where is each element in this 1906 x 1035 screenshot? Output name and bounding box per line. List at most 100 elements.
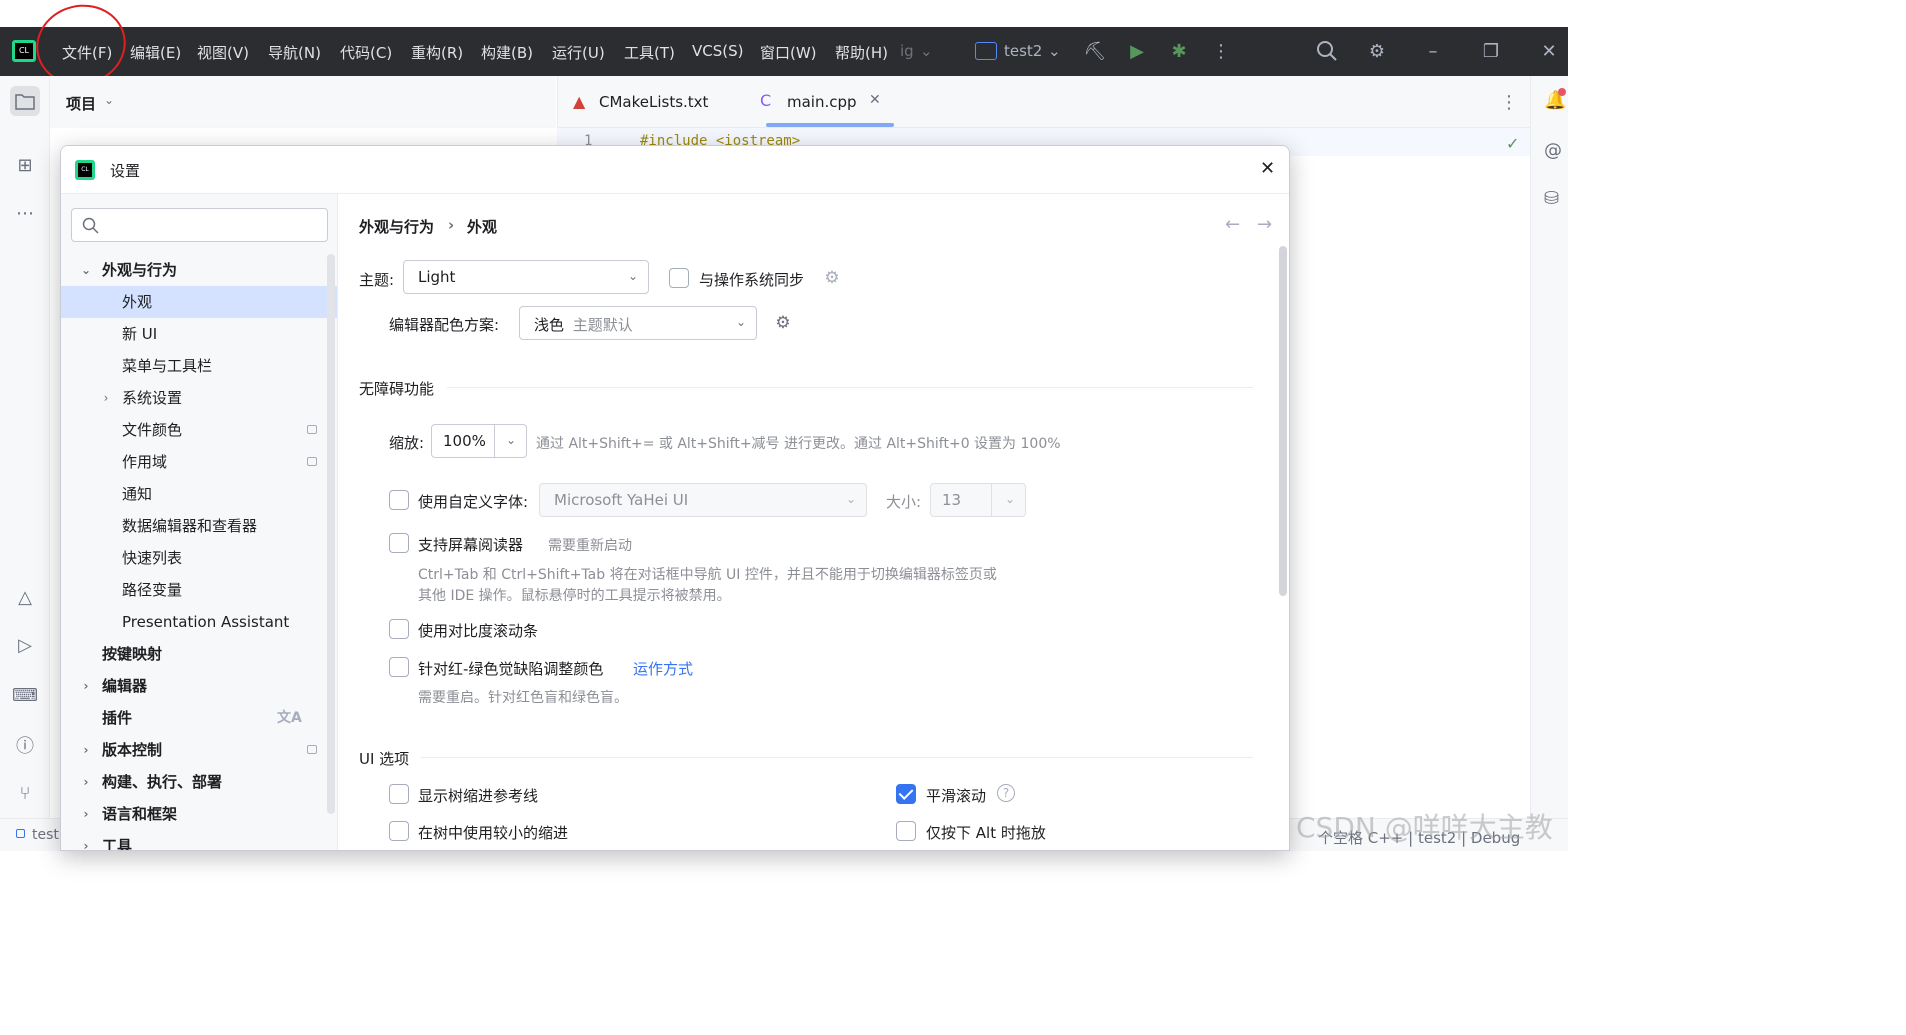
run-icon[interactable]: ▶ [1124, 38, 1150, 64]
more-horizontal-icon[interactable]: ⋯ [10, 198, 40, 228]
tree-item-notifications[interactable]: 通知 [61, 478, 337, 510]
more-vertical-icon[interactable]: ⋮ [1500, 92, 1518, 113]
menu-vcs[interactable]: VCS(S) [692, 42, 743, 60]
tree-item-quick-lists[interactable]: 快速列表 [61, 542, 337, 574]
zoom-separator [494, 425, 495, 457]
build-hammer-icon[interactable]: ⛏ [1082, 38, 1108, 64]
tree-item-new-ui[interactable]: 新 UI [61, 318, 337, 350]
sync-os-checkbox[interactable] [669, 268, 689, 288]
tree-item-appearance[interactable]: 外观 [61, 286, 337, 318]
gear-icon[interactable]: ⚙ [1364, 38, 1390, 64]
tree-item-data-editors[interactable]: 数据编辑器和查看器 [61, 510, 337, 542]
chevron-down-icon[interactable]: ⌄ [79, 254, 93, 286]
tree-guides-checkbox[interactable] [389, 784, 409, 804]
gear-icon[interactable]: ⚙ [773, 313, 793, 333]
chevron-down-icon[interactable]: ⌄ [104, 93, 114, 107]
color-blind-checkbox[interactable] [389, 657, 409, 677]
project-panel-title[interactable]: 项目 [66, 93, 96, 114]
tree-item-languages[interactable]: › 语言和框架 [61, 798, 337, 830]
tree-item-presentation-assistant[interactable]: Presentation Assistant [61, 606, 337, 638]
chevron-right-icon[interactable]: › [99, 382, 113, 414]
gear-icon[interactable]: ⚙ [822, 268, 842, 288]
structure-icon[interactable]: ⊞ [10, 150, 40, 180]
how-it-works-link[interactable]: 运作方式 [633, 658, 693, 679]
tree-item-keymap[interactable]: 按键映射 [61, 638, 337, 670]
chevron-right-icon[interactable]: › [79, 734, 93, 766]
chevron-right-icon[interactable]: › [79, 670, 93, 702]
close-window-icon[interactable]: ✕ [1536, 38, 1562, 64]
chevron-right-icon[interactable]: › [79, 830, 93, 850]
git-icon[interactable]: ⑂ [10, 778, 40, 808]
database-icon[interactable]: ⛁ [1544, 188, 1559, 209]
tab-cmakelists[interactable]: CMakeLists.txt [599, 93, 708, 111]
chevron-down-icon[interactable]: ⌄ [920, 42, 933, 60]
forward-arrow-icon[interactable]: → [1257, 214, 1272, 235]
settings-search-input[interactable] [71, 208, 328, 242]
menu-help[interactable]: 帮助(H) [835, 42, 888, 63]
tree-item-system-settings[interactable]: › 系统设置 [61, 382, 337, 414]
project-selector[interactable]: test2 [1004, 42, 1042, 60]
tree-item-file-colors[interactable]: 文件颜色 [61, 414, 337, 446]
smooth-scroll-checkbox[interactable] [896, 784, 916, 804]
minimize-icon[interactable]: – [1420, 38, 1446, 64]
help-question-icon[interactable]: ? [997, 784, 1015, 802]
tree-item-version-control[interactable]: › 版本控制 [61, 734, 337, 766]
tree-item-tools[interactable]: › 工具 [61, 830, 337, 850]
tree-item-menus-toolbars[interactable]: 菜单与工具栏 [61, 350, 337, 382]
tree-item-editor[interactable]: › 编辑器 [61, 670, 337, 702]
menu-view[interactable]: 视图(V) [197, 42, 249, 63]
menu-refactor[interactable]: 重构(R) [411, 42, 463, 63]
menu-edit[interactable]: 编辑(E) [130, 42, 181, 63]
menu-navigate[interactable]: 导航(N) [268, 42, 321, 63]
menu-run[interactable]: 运行(U) [552, 42, 605, 63]
chevron-right-icon[interactable]: › [79, 766, 93, 798]
zoom-dropdown[interactable]: 100% ⌄ [431, 424, 527, 458]
font-size-dropdown[interactable]: 13 ⌄ [930, 483, 1026, 517]
search-icon[interactable] [1314, 38, 1340, 64]
smaller-indent-checkbox[interactable] [389, 821, 409, 841]
cmake-icon[interactable]: △ [10, 582, 40, 612]
restore-icon[interactable]: ❐ [1478, 38, 1504, 64]
breadcrumb-parent[interactable]: 外观与行为 [359, 216, 434, 237]
chevron-right-icon[interactable]: › [79, 798, 93, 830]
custom-font-checkbox[interactable] [389, 490, 409, 510]
back-arrow-icon[interactable]: ← [1225, 214, 1240, 235]
content-scrollbar[interactable] [1279, 246, 1287, 596]
custom-font-label: 使用自定义字体: [418, 493, 529, 511]
theme-dropdown[interactable]: Light ⌄ [403, 260, 649, 294]
problems-icon[interactable]: ⓘ [10, 730, 40, 760]
tree-item-scopes[interactable]: 作用域 [61, 446, 337, 478]
contrast-scrollbar-checkbox[interactable] [389, 619, 409, 639]
ai-assistant-icon[interactable]: @ [1544, 140, 1562, 161]
alt-drag-checkbox[interactable] [896, 821, 916, 841]
menu-window[interactable]: 窗口(W) [760, 42, 817, 63]
tree-scrollbar[interactable] [327, 254, 335, 814]
tree-item-path-variables[interactable]: 路径变量 [61, 574, 337, 606]
tab-main-cpp[interactable]: main.cpp [787, 93, 857, 111]
debug-bug-icon[interactable]: ✱ [1166, 38, 1192, 64]
screen-reader-checkbox[interactable] [389, 533, 409, 553]
chevron-down-icon: ⌄ [1004, 492, 1016, 506]
settings-search-field[interactable] [106, 213, 316, 237]
tree-item-plugins[interactable]: 插件 文A [61, 702, 337, 734]
menu-tools[interactable]: 工具(T) [624, 42, 675, 63]
chevron-down-icon: ⌄ [505, 433, 517, 447]
ui-options-section-title: UI 选项 [359, 750, 410, 768]
chevron-down-icon[interactable]: ⌄ [1048, 42, 1061, 60]
tree-item-label: 快速列表 [122, 549, 183, 567]
tree-item-appearance-behavior[interactable]: ⌄ 外观与行为 [61, 254, 337, 286]
more-vertical-icon[interactable]: ⋮ [1208, 38, 1234, 64]
folder-icon[interactable] [10, 86, 40, 116]
menu-code[interactable]: 代码(C) [340, 42, 392, 63]
status-left-text[interactable]: test [32, 827, 59, 843]
terminal-icon[interactable]: ⌨ [10, 680, 40, 710]
custom-font-dropdown[interactable]: Microsoft YaHei UI ⌄ [539, 483, 867, 517]
tree-item-build-execution[interactable]: › 构建、执行、部署 [61, 766, 337, 798]
color-scheme-dropdown[interactable]: 浅色 主题默认 ⌄ [519, 306, 757, 340]
close-tab-icon[interactable]: ✕ [869, 92, 881, 108]
menu-overflow[interactable]: ig [900, 42, 914, 60]
close-dialog-icon[interactable]: ✕ [1260, 158, 1275, 179]
services-icon[interactable]: ▷ [10, 630, 40, 660]
menu-build[interactable]: 构建(B) [481, 42, 533, 63]
tree-guides-label: 显示树缩进参考线 [418, 787, 539, 805]
